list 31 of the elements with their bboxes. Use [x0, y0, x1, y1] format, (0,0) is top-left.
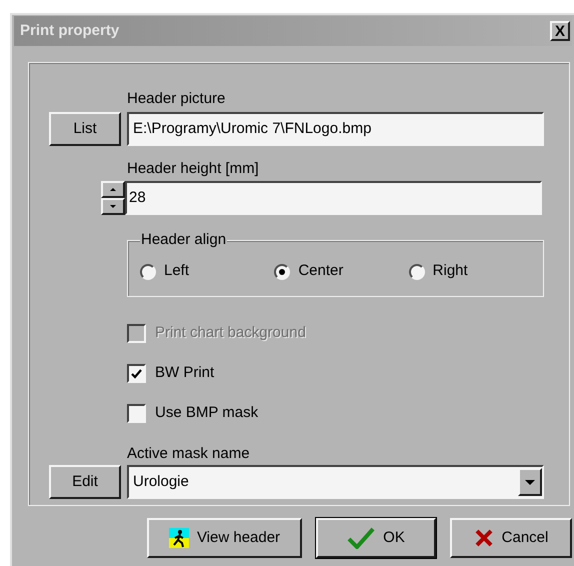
- checkbox[interactable]: [127, 364, 146, 383]
- radio-button[interactable]: [140, 264, 156, 280]
- text-field[interactable]: E:\Programy\Uromic 7\FNLogo.bmp: [127, 112, 544, 146]
- up-arrow-icon: [110, 188, 116, 191]
- running-figure-icon: [168, 528, 189, 548]
- checkbox[interactable]: [127, 404, 146, 423]
- dropdown-field[interactable]: Urologie: [127, 465, 544, 499]
- dialog-button[interactable]: View header: [147, 518, 302, 558]
- check-mark-icon: [347, 527, 376, 549]
- field-label: Header picture: [127, 89, 226, 109]
- window-title: Print property: [20, 20, 120, 41]
- field-label: Header height [mm]: [127, 159, 260, 179]
- number-field[interactable]: 28: [125, 181, 542, 215]
- field-label: Active mask name: [127, 444, 251, 464]
- dialog-button[interactable]: OK: [316, 518, 436, 558]
- checkbox-label: Print chart background: [155, 323, 306, 344]
- check-icon: [131, 368, 142, 378]
- list-button[interactable]: List: [49, 112, 121, 146]
- checkbox-label: BW Print: [155, 363, 214, 384]
- close-button[interactable]: X: [550, 21, 570, 41]
- radio-label: Right: [432, 261, 468, 282]
- spin-button[interactable]: [101, 181, 125, 215]
- radio-button[interactable]: [408, 264, 425, 280]
- dialog-button[interactable]: Cancel: [450, 518, 572, 558]
- radio-label: Center: [298, 261, 344, 282]
- cross-mark-icon: [474, 528, 494, 548]
- checkbox-label: Use BMP mask: [155, 403, 258, 424]
- radio-label: Left: [164, 261, 190, 282]
- down-arrow-icon: [110, 205, 116, 208]
- edit-button[interactable]: Edit: [49, 465, 121, 499]
- radio-button[interactable]: [274, 264, 290, 280]
